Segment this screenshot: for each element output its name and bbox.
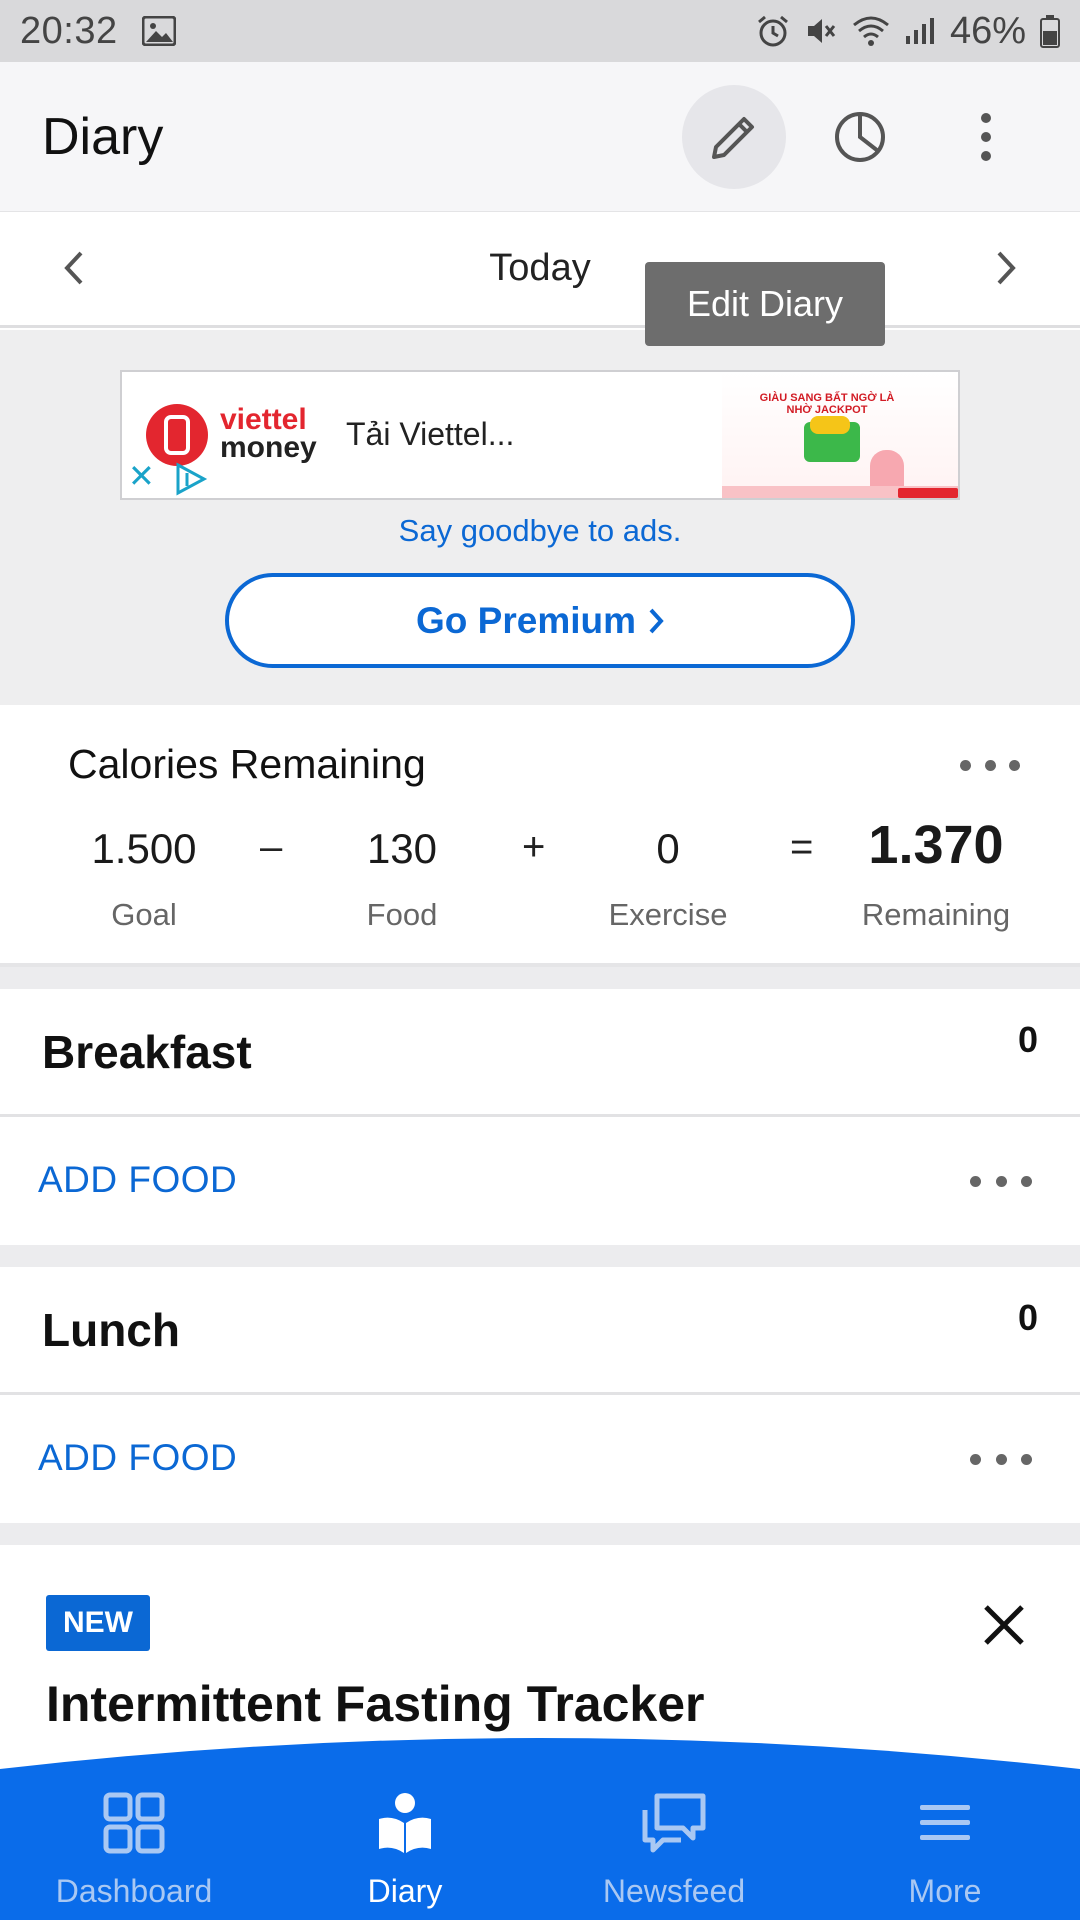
lunch-add-food-button[interactable]: ADD FOOD (38, 1437, 237, 1479)
ad-badge-graphic (898, 488, 958, 498)
ad-coin-graphic (810, 416, 850, 434)
overflow-menu-button[interactable] (934, 85, 1038, 189)
food-label: Food (366, 897, 438, 932)
food-column: 130 Food (332, 825, 472, 933)
minus-operator: – (260, 825, 283, 869)
go-premium-button[interactable]: Go Premium (225, 573, 855, 668)
goal-column: 1.500 Goal (74, 825, 214, 933)
nav-more-label: More (908, 1873, 982, 1909)
nutrition-chart-button[interactable] (808, 85, 912, 189)
previous-day-button[interactable] (44, 238, 104, 298)
edit-diary-tooltip: Edit Diary (645, 262, 885, 346)
date-navigator: Today (0, 212, 1080, 328)
calories-remaining-card[interactable]: Calories Remaining 1.500 Goal – 130 Food… (0, 705, 1080, 967)
ad-banner[interactable]: viettel money Tải Viettel... ✕ GIÀU SANG… (120, 370, 960, 500)
nav-diary[interactable]: Diary (305, 1787, 505, 1910)
status-bar: 20:32 46% (0, 0, 1080, 62)
lunch-more-button[interactable] (970, 1449, 1032, 1469)
chevron-right-icon (649, 608, 664, 633)
section-divider (0, 1245, 1080, 1267)
breakfast-add-row: ADD FOOD (0, 1117, 1080, 1245)
promo-close-button[interactable] (976, 1597, 1032, 1653)
plus-operator: + (522, 825, 546, 869)
viettel-money-logo (146, 404, 208, 466)
ad-brand: viettel money (220, 403, 317, 464)
breakfast-calories: 0 (1017, 1019, 1038, 1060)
signal-icon (904, 16, 936, 46)
lunch-title: Lunch (42, 1304, 180, 1356)
remaining-label: Remaining (861, 897, 1011, 932)
food-value: 130 (366, 825, 438, 872)
ad-image-caption: GIÀU SANG BẤT NGỜ LÀ NHỜ JACKPOT (759, 392, 895, 416)
exercise-column: 0 Exercise (588, 825, 748, 933)
breakfast-title: Breakfast (42, 1026, 252, 1078)
app-bar: Diary (0, 62, 1080, 212)
dashboard-icon (103, 1792, 165, 1854)
edit-diary-button[interactable] (682, 84, 786, 189)
date-label[interactable]: Today (489, 247, 590, 290)
lunch-calories: 0 (1017, 1297, 1038, 1338)
pencil-icon (712, 116, 754, 159)
ad-text: Tải Viettel... (346, 416, 515, 452)
battery-icon (1040, 14, 1060, 48)
new-badge: NEW (46, 1595, 150, 1651)
hamburger-menu-icon (920, 1805, 970, 1840)
nav-dashboard[interactable]: Dashboard (34, 1787, 234, 1910)
mute-icon (804, 14, 838, 48)
chevron-left-icon (64, 251, 83, 285)
remaining-value: 1.370 (868, 815, 1004, 875)
breakfast-more-button[interactable] (970, 1171, 1032, 1191)
ad-area: viettel money Tải Viettel... ✕ GIÀU SANG… (0, 330, 1080, 705)
breakfast-add-food-button[interactable]: ADD FOOD (38, 1159, 237, 1201)
close-icon (984, 1605, 1024, 1645)
nav-diary-label: Diary (367, 1873, 443, 1909)
equals-operator: = (790, 825, 814, 869)
status-time: 20:32 (20, 9, 118, 52)
section-divider (0, 1523, 1080, 1545)
gallery-notification-icon (141, 16, 176, 46)
wifi-icon (852, 15, 890, 47)
lunch-add-row: ADD FOOD (0, 1395, 1080, 1523)
calories-more-button[interactable] (960, 753, 1020, 777)
diary-book-icon (379, 1793, 431, 1853)
say-goodbye-link[interactable]: Say goodbye to ads. (0, 513, 1080, 549)
ad-brand-line1: viettel (220, 403, 307, 436)
goal-value: 1.500 (91, 825, 197, 872)
ad-close-icon[interactable]: ✕ (128, 460, 155, 492)
exercise-label: Exercise (608, 897, 728, 932)
exercise-value: 0 (656, 825, 680, 872)
goal-label: Goal (111, 897, 177, 932)
alarm-icon (756, 14, 790, 48)
overflow-menu-icon (981, 112, 991, 161)
remaining-column: 1.370 Remaining (846, 818, 1026, 933)
ad-choices-icon[interactable] (174, 462, 208, 498)
newsfeed-chat-icon (642, 1793, 706, 1853)
bottom-navigation: Dashboard Diary Newsfeed More (0, 1735, 1080, 1920)
breakfast-header[interactable]: Breakfast 0 (0, 989, 1080, 1117)
ad-image: GIÀU SANG BẤT NGỜ LÀ NHỜ JACKPOT (722, 372, 958, 498)
lunch-header[interactable]: Lunch 0 (0, 1267, 1080, 1395)
chevron-right-icon (997, 251, 1016, 285)
next-day-button[interactable] (976, 238, 1036, 298)
section-divider (0, 967, 1080, 989)
promo-title: Intermittent Fasting Tracker (46, 1676, 705, 1732)
battery-percent: 46% (949, 9, 1026, 52)
calories-title: Calories Remaining (68, 741, 426, 787)
nav-dashboard-label: Dashboard (55, 1873, 213, 1909)
pie-chart-icon (835, 111, 885, 162)
nav-newsfeed-label: Newsfeed (602, 1873, 746, 1909)
page-title: Diary (42, 107, 164, 166)
nav-newsfeed[interactable]: Newsfeed (574, 1787, 774, 1910)
nav-more[interactable]: More (845, 1787, 1045, 1910)
calories-equation: 1.500 Goal – 130 Food + 0 Exercise = 1.3… (0, 818, 1080, 945)
ad-brand-line2: money (220, 431, 317, 464)
go-premium-label: Go Premium (416, 599, 636, 641)
